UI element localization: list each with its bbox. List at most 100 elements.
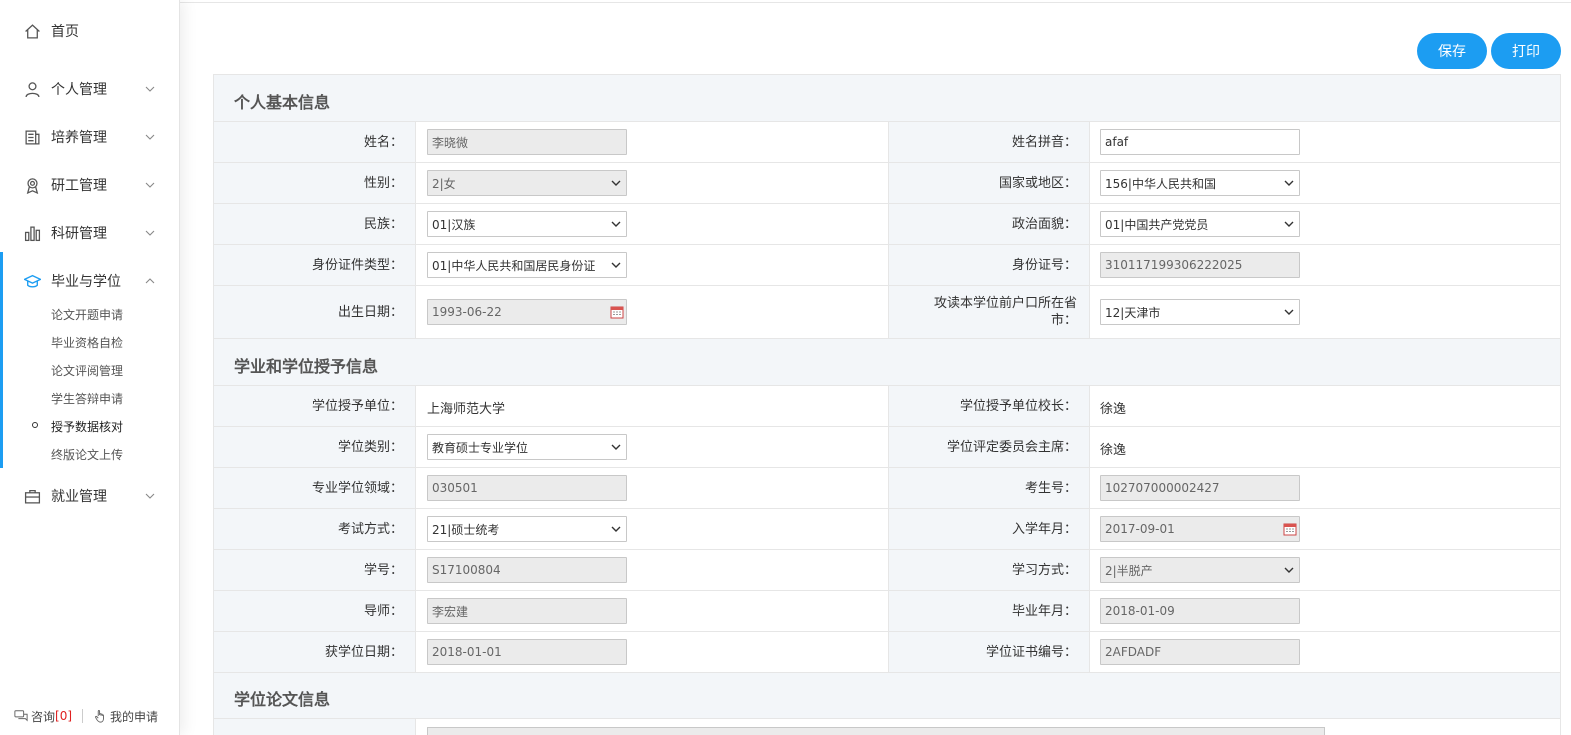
section-basic-header: 个人基本信息 bbox=[214, 75, 1560, 122]
chevron-down-icon bbox=[145, 182, 155, 188]
nav-research-label: 科研管理 bbox=[51, 226, 107, 242]
briefcase-icon bbox=[23, 487, 41, 505]
sid-label: 学号： bbox=[214, 550, 416, 590]
ethnic-label: 民族： bbox=[214, 204, 416, 244]
name-label: 姓名： bbox=[214, 122, 416, 162]
political-select[interactable]: 01|中国共产党党员 bbox=[1100, 211, 1300, 237]
sub-item-proposal[interactable]: 论文开题申请 bbox=[51, 306, 123, 323]
print-button[interactable]: 打印 bbox=[1491, 33, 1561, 69]
graduation-cap-icon bbox=[23, 272, 41, 290]
chevron-down-icon bbox=[145, 86, 155, 92]
birth-label: 出生日期： bbox=[214, 286, 416, 338]
nav-personal[interactable]: 个人管理 bbox=[0, 69, 180, 109]
home-icon bbox=[23, 22, 41, 40]
form-row bbox=[214, 719, 1560, 735]
nav-employment-label: 就业管理 bbox=[51, 489, 107, 505]
gender-select[interactable]: 2|女 bbox=[427, 170, 627, 196]
pinyin-field[interactable]: afaf bbox=[1100, 129, 1300, 155]
chevron-down-icon bbox=[1284, 221, 1294, 227]
sid-field[interactable]: S17100804 bbox=[427, 557, 627, 583]
thesis-title-label bbox=[214, 719, 416, 735]
chevron-down-icon bbox=[611, 444, 621, 450]
sidebar: 首页 个人管理 培养管理 研工管理 科研管理 毕业与学位 论文开题申请 毕业资格… bbox=[0, 0, 180, 735]
bar-chart-icon bbox=[23, 224, 41, 242]
nav-research[interactable]: 科研管理 bbox=[0, 213, 180, 253]
nav-personal-label: 个人管理 bbox=[51, 82, 107, 98]
studymode-value: 2|半脱产 bbox=[1105, 563, 1153, 578]
enroll-date-field[interactable]: 2017-09-01 bbox=[1100, 516, 1300, 542]
form-row: 学位类别： 教育硕士专业学位 学位评定委员会主席： 徐逸 bbox=[214, 427, 1560, 468]
examno-field[interactable]: 102707000002427 bbox=[1100, 475, 1300, 501]
sub-item-data-check[interactable]: 授予数据核对 bbox=[51, 418, 123, 435]
form-row: 姓名： 李晓微 姓名拼音： afaf bbox=[214, 122, 1560, 163]
footer-divider bbox=[82, 709, 84, 723]
section-title: 个人基本信息 bbox=[234, 93, 331, 112]
form-row: 专业学位领域： 030501 考生号： 102707000002427 bbox=[214, 468, 1560, 509]
active-dot-icon bbox=[32, 422, 38, 428]
my-apply-link[interactable]: 我的申请 bbox=[93, 708, 158, 725]
idno-label: 身份证号： bbox=[888, 245, 1090, 285]
nav-training[interactable]: 培养管理 bbox=[0, 117, 180, 157]
gradmonth-field[interactable]: 2018-01-09 bbox=[1100, 598, 1300, 624]
sub-item-defense[interactable]: 学生答辩申请 bbox=[51, 390, 123, 407]
top-divider bbox=[180, 2, 1571, 3]
degreedate-field[interactable]: 2018-01-01 bbox=[427, 639, 627, 665]
award-icon bbox=[23, 176, 41, 194]
examno-label: 考生号： bbox=[888, 468, 1090, 508]
pinyin-label: 姓名拼音： bbox=[888, 122, 1090, 162]
consult-label: 咨询 bbox=[31, 709, 56, 724]
chevron-down-icon bbox=[1284, 567, 1294, 573]
idno-field[interactable]: 310117199306222025 bbox=[1100, 252, 1300, 278]
sidebar-footer: 咨询 [0] 我的申请 bbox=[14, 706, 174, 726]
tutor-field[interactable]: 李宏建 bbox=[427, 598, 627, 624]
exammode-value: 21|硕士统考 bbox=[432, 522, 500, 537]
section-thesis-header: 学位论文信息 bbox=[214, 673, 1560, 719]
my-apply-label: 我的申请 bbox=[110, 709, 159, 724]
ethnic-value: 01|汉族 bbox=[432, 217, 476, 232]
studymode-label: 学习方式： bbox=[888, 550, 1090, 590]
sub-item-final-upload[interactable]: 终版论文上传 bbox=[51, 446, 123, 463]
country-select[interactable]: 156|中华人民共和国 bbox=[1100, 170, 1300, 196]
idtype-label: 身份证件类型： bbox=[214, 245, 416, 285]
political-value: 01|中国共产党党员 bbox=[1105, 217, 1209, 232]
field-field[interactable]: 030501 bbox=[427, 475, 627, 501]
exammode-select[interactable]: 21|硕士统考 bbox=[427, 516, 627, 542]
certno-field[interactable]: 2AFDADF bbox=[1100, 639, 1300, 665]
sub-item-self-check[interactable]: 毕业资格自检 bbox=[51, 334, 123, 351]
thesis-title-field[interactable] bbox=[427, 727, 1325, 735]
calendar-icon[interactable] bbox=[610, 305, 624, 319]
studymode-select[interactable]: 2|半脱产 bbox=[1100, 557, 1300, 583]
form-row: 出生日期： 1993-06-22 攻读本学位前户口所在省市： 12|天津市 bbox=[214, 286, 1560, 339]
form-row: 身份证件类型： 01|中华人民共和国居民身份证 身份证号： 3101171993… bbox=[214, 245, 1560, 286]
degree-type-label: 学位类别： bbox=[214, 427, 416, 467]
hukou-label: 攻读本学位前户口所在省市： bbox=[888, 286, 1090, 338]
nav-graduation[interactable]: 毕业与学位 bbox=[0, 261, 180, 301]
consult-link[interactable]: 咨询 [0] bbox=[14, 708, 72, 725]
chevron-down-icon bbox=[611, 262, 621, 268]
section-degree-header: 学业和学位授予信息 bbox=[214, 339, 1560, 386]
ethnic-select[interactable]: 01|汉族 bbox=[427, 211, 627, 237]
nav-home[interactable]: 首页 bbox=[0, 11, 180, 51]
hukou-select[interactable]: 12|天津市 bbox=[1100, 299, 1300, 325]
section-title: 学位论文信息 bbox=[234, 690, 331, 709]
sub-item-review[interactable]: 论文评阅管理 bbox=[51, 362, 123, 379]
enroll-value: 2017-09-01 bbox=[1105, 522, 1175, 536]
degreedate-label: 获学位日期： bbox=[214, 632, 416, 672]
idtype-select[interactable]: 01|中华人民共和国居民身份证 bbox=[427, 252, 627, 278]
nav-employment[interactable]: 就业管理 bbox=[0, 476, 180, 516]
calendar-icon[interactable] bbox=[1283, 522, 1297, 536]
chevron-down-icon bbox=[145, 493, 155, 499]
form-row: 性别： 2|女 国家或地区： 156|中华人民共和国 bbox=[214, 163, 1560, 204]
nav-student-affairs[interactable]: 研工管理 bbox=[0, 165, 180, 205]
consult-count: [0] bbox=[55, 709, 73, 723]
name-field[interactable]: 李晓微 bbox=[427, 129, 627, 155]
birth-date-field[interactable]: 1993-06-22 bbox=[427, 299, 627, 325]
chevron-down-icon bbox=[611, 526, 621, 532]
degree-type-value: 教育硕士专业学位 bbox=[432, 440, 529, 455]
save-button[interactable]: 保存 bbox=[1417, 33, 1487, 69]
president-value: 徐逸 bbox=[1100, 402, 1127, 417]
country-label: 国家或地区： bbox=[888, 163, 1090, 203]
degree-type-select[interactable]: 教育硕士专业学位 bbox=[427, 434, 627, 460]
birth-value: 1993-06-22 bbox=[432, 305, 502, 319]
country-value: 156|中华人民共和国 bbox=[1105, 176, 1216, 191]
